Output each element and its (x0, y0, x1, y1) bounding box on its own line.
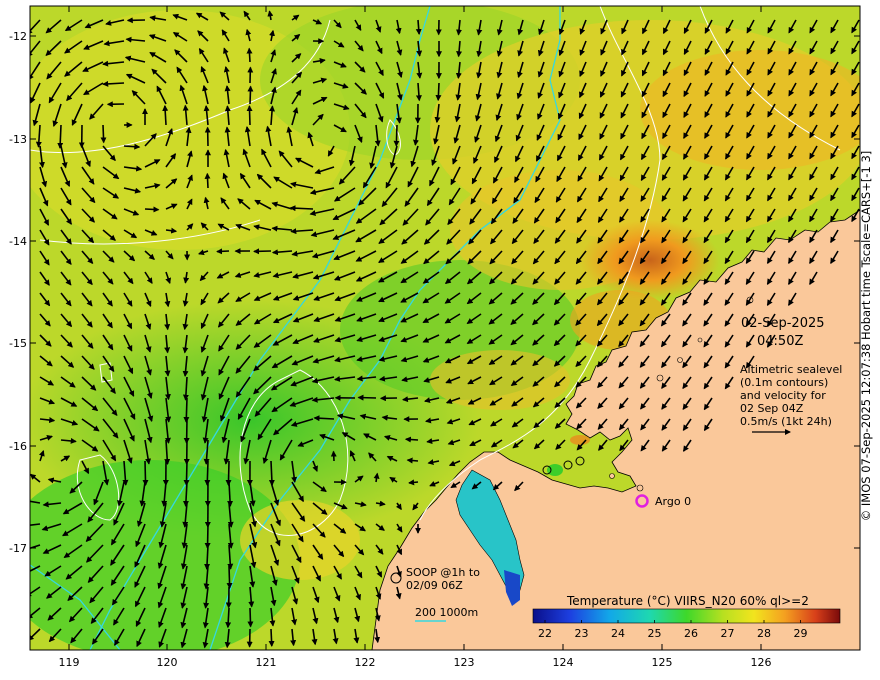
colorbar (532, 608, 841, 624)
colorbar-title: Temperature (°C) VIIRS_N20 60% ql>=2 (566, 594, 809, 608)
velocity-arrow (404, 436, 419, 443)
lon-tick-label: 120 (157, 656, 178, 669)
lat-tick-label: -14 (9, 235, 27, 248)
velocity-arrow (313, 415, 335, 422)
lat-tick-label: -13 (9, 133, 27, 146)
soop-line-2: 02/09 06Z (406, 579, 463, 592)
colorbar-tick-label: 23 (575, 627, 589, 640)
velocity-arrow (415, 19, 422, 35)
velocity-arrow (246, 47, 253, 63)
lat-tick-label: -16 (9, 440, 27, 453)
velocity-arrow (183, 397, 190, 423)
colorbar-tick-label: 24 (611, 627, 625, 640)
colorbar-tick-label: 29 (794, 627, 808, 640)
velocity-arrow (435, 82, 442, 102)
lat-tick-label: -15 (9, 337, 27, 350)
velocity-arrow (204, 523, 211, 549)
lat-tick-label: -12 (9, 30, 27, 43)
velocity-arrow (247, 607, 254, 628)
sst-map: -12 -13 -14 -15 -16 -17 119 120 121 122 123 124 125… (9, 5, 861, 669)
legend-line-2: (0.1m contours) (740, 376, 828, 389)
velocity-arrow (330, 450, 337, 462)
velocity-arrow (225, 607, 232, 629)
velocity-arrow (247, 85, 254, 105)
lon-tick-label: 119 (59, 656, 80, 669)
lon-tick-label: 124 (553, 656, 574, 669)
legend-line-4: 02 Sep 04Z (740, 402, 804, 415)
velocity-arrow (204, 172, 211, 189)
velocity-arrow (142, 460, 149, 486)
colorbar-tick-label: 22 (538, 627, 552, 640)
velocity-arrow (268, 460, 275, 486)
velocity-arrow (408, 479, 419, 486)
velocity-arrow (357, 394, 377, 401)
velocity-arrow (57, 124, 64, 149)
velocity-arrow (183, 460, 190, 486)
soop-line-1: SOOP @1h to (406, 566, 480, 579)
velocity-arrow (268, 628, 275, 647)
colorbar-tick-label: 28 (757, 627, 771, 640)
velocity-arrow (226, 565, 233, 589)
depth-legend-label: 200 1000m (415, 606, 478, 619)
velocity-arrow (393, 124, 400, 147)
velocity-arrow (216, 248, 230, 255)
argo-label: Argo 0 (655, 495, 691, 508)
velocity-arrow (289, 205, 314, 212)
map-time: 04:50Z (757, 334, 803, 349)
velocity-arrow (144, 206, 160, 213)
lon-tick-label: 126 (751, 656, 772, 669)
legend-line-1: Altimetric sealevel (740, 363, 842, 376)
velocity-arrow (100, 124, 107, 144)
lat-tick-label: -17 (9, 542, 27, 555)
velocity-arrow (246, 105, 253, 126)
lon-tick-label: 125 (652, 656, 673, 669)
map-date: 02-Sep-2025 (741, 316, 825, 331)
velocity-arrow (204, 460, 211, 486)
lon-tick-label: 123 (454, 656, 475, 669)
velocity-arrow (225, 460, 232, 486)
colorbar-tick-label: 25 (648, 627, 662, 640)
lon-tick-label: 121 (256, 656, 277, 669)
velocity-arrow (162, 104, 169, 126)
credit-text: © IMOS 07-Sep-2025 12:07:38 Hobart time … (859, 150, 873, 522)
velocity-arrow (123, 143, 141, 150)
legend-line-5: 0.5m/s (1kt 24h) (740, 415, 832, 428)
lon-tick-label: 122 (355, 656, 376, 669)
legend-line-3: and velocity for (740, 389, 826, 402)
colorbar-tick-label: 27 (721, 627, 735, 640)
colorbar-tick-label: 26 (684, 627, 698, 640)
velocity-arrow (406, 457, 419, 464)
